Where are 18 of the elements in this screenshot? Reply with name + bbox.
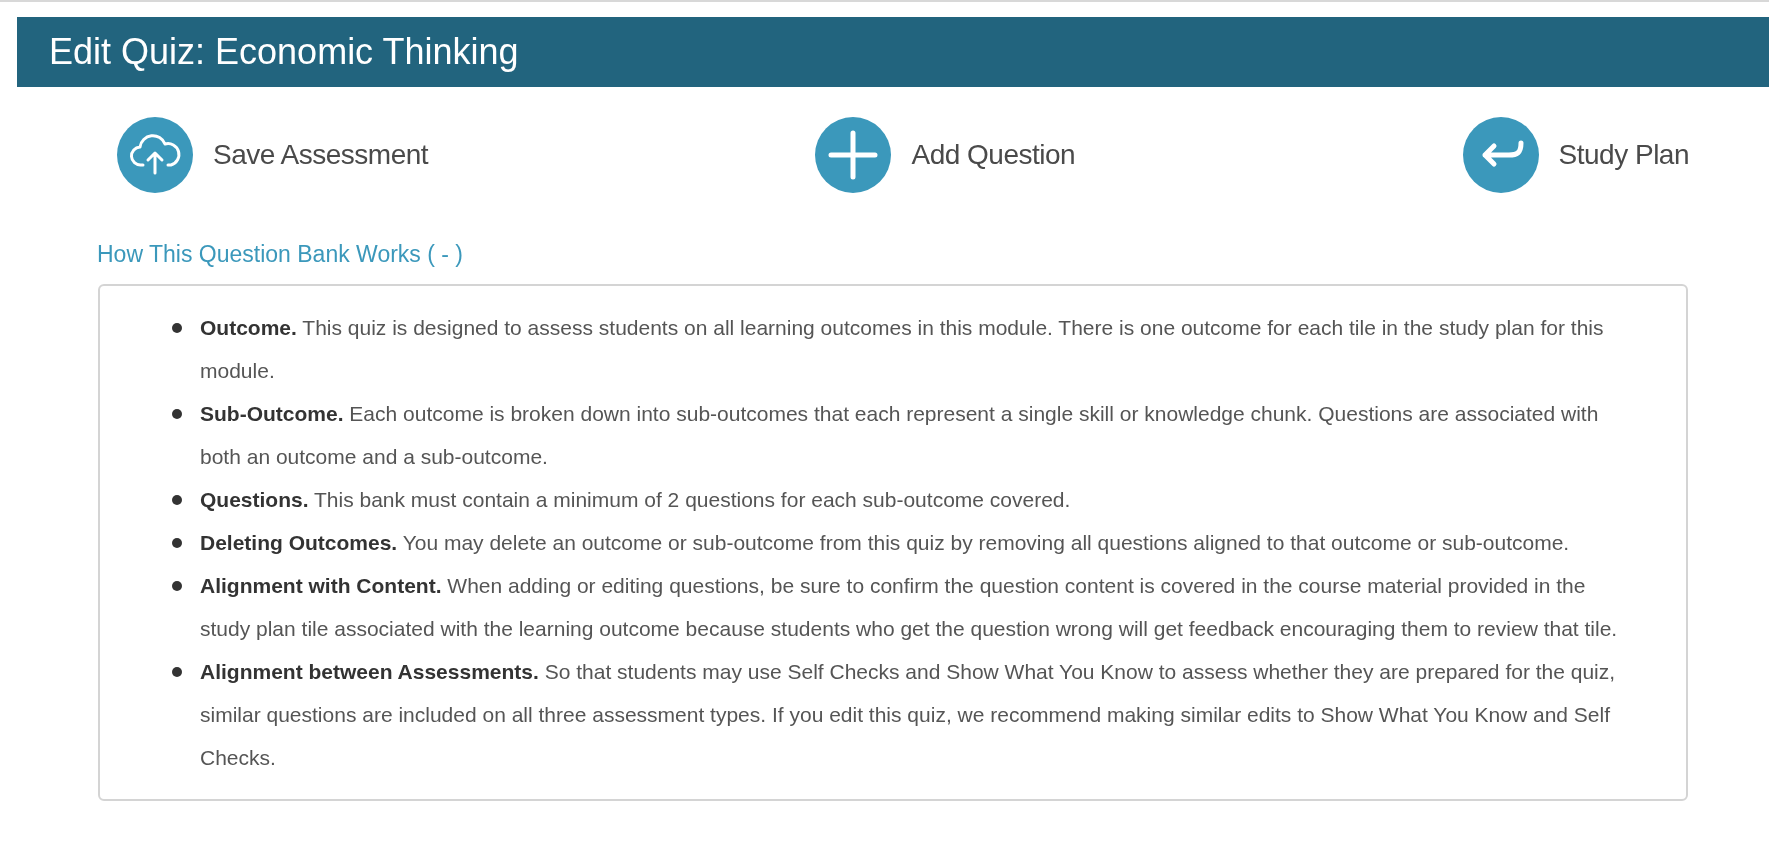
action-button[interactable]: Save Assessment <box>117 117 429 193</box>
bullet-icon <box>172 408 182 419</box>
bullet-icon <box>172 537 182 548</box>
bullet-icon <box>172 494 182 505</box>
action-button[interactable]: Add Question <box>815 117 1076 193</box>
bullet-icon <box>172 580 182 591</box>
info-text: Alignment with Content. When adding or editing questions, be sure to confirm the question content is covered in the course material provided in the study plan tile associated with the learning outcome because students who get the question wrong will get feedback encouraging them to review that tile. <box>200 572 1619 642</box>
info-text: Alignment between Assessments. So that students may use Self Checks and Show What You Know to assess whether they are prepared for the quiz, similar questions are included on all three assessment types. If you edit this quiz, we recommend making similar edits to Show What You Know and Self Checks. <box>200 658 1617 771</box>
cloud-upload-icon <box>117 117 193 193</box>
info-text: Questions. This bank must contain a minimum of 2 questions for each sub-outcome covered. <box>200 486 1071 513</box>
bullet-icon <box>172 322 182 333</box>
plus-icon <box>815 117 892 193</box>
bullet-icon <box>172 666 182 677</box>
info-text: Outcome. This quiz is designed to assess students on all learning outcomes in this module. There is one outcome for each tile in the study plan for this module. <box>200 314 1605 384</box>
info-text: Deleting Outcomes. You may delete an outcome or sub-outcome from this quiz by removing all questions aligned to that outcome or sub-outcome. <box>200 529 1570 556</box>
action-button[interactable]: Study Plan <box>1462 117 1689 193</box>
page-title: Edit Quiz: Economic Thinking <box>49 30 519 74</box>
info-text: Sub-Outcome. Each outcome is broken down into sub-outcomes that each represent a single skill or knowledge chunk. Questions are associated with both an outcome and a sub-outcome. <box>200 400 1600 470</box>
